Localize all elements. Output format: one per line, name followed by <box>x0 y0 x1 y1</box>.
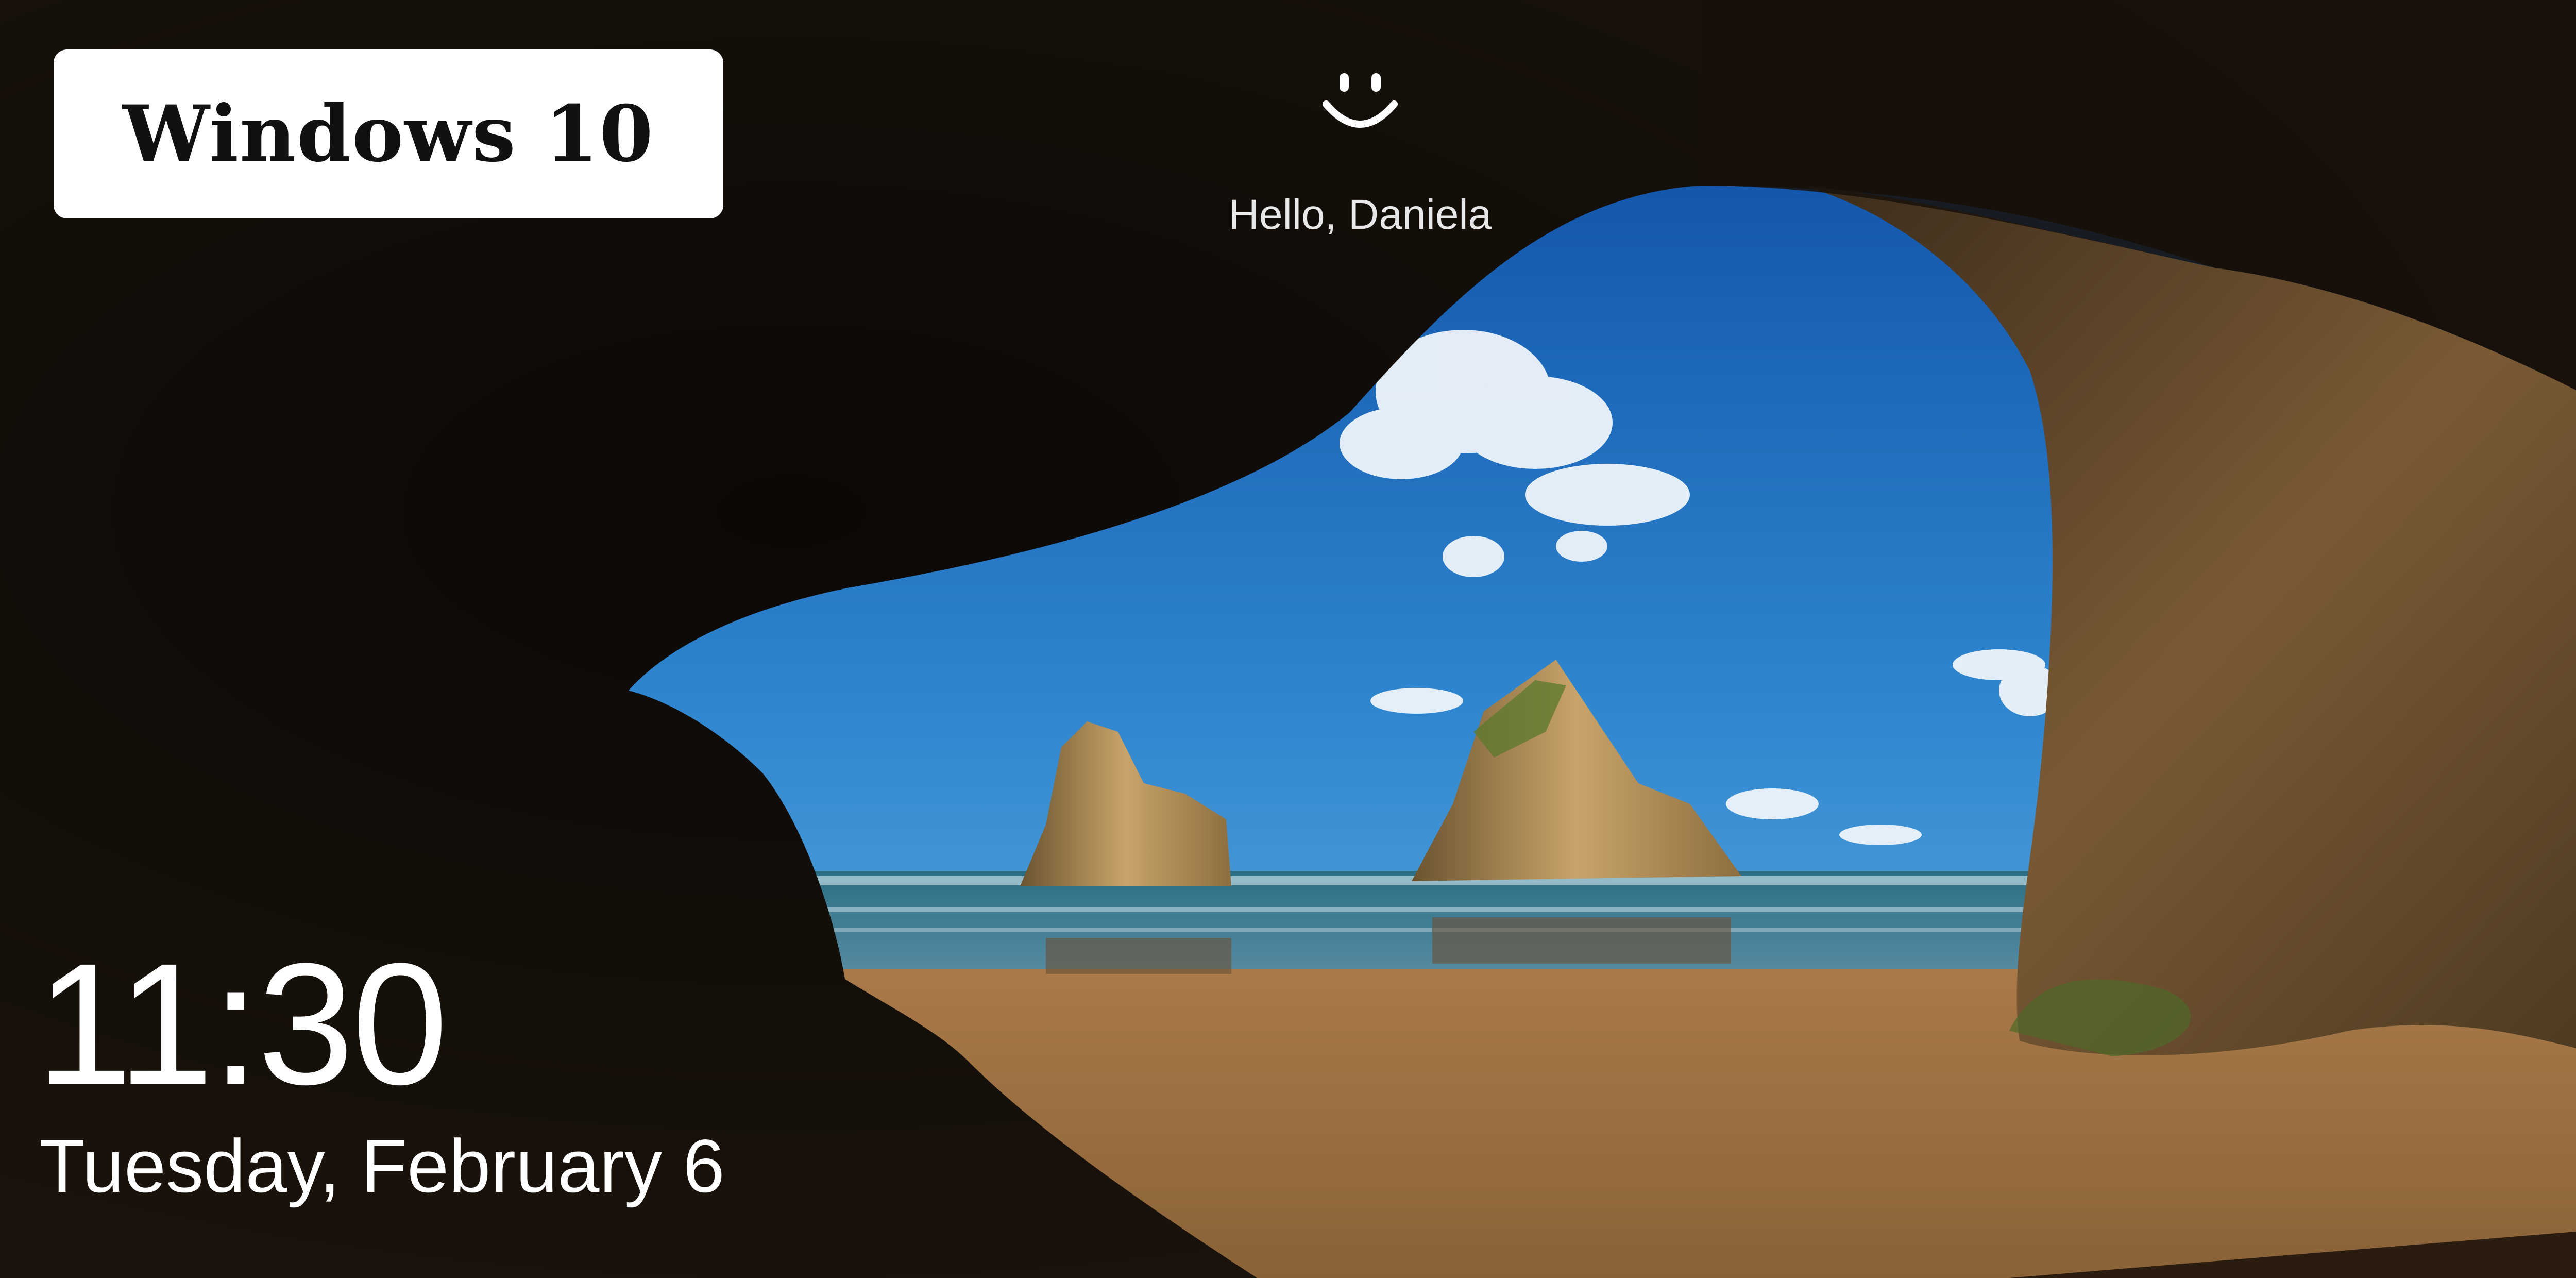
windows-version-badge: Windows 10 <box>54 49 723 218</box>
smiley-face-icon <box>1323 73 1398 128</box>
clock-date: Tuesday, February 6 <box>39 1124 725 1208</box>
user-greeting: Hello, Daniela <box>1228 191 1492 238</box>
lock-screen[interactable]: Windows 10 Hello, Daniela 11:30 Tuesday,… <box>0 0 2576 1278</box>
clock-time: 11:30 <box>36 928 448 1121</box>
windows-version-label: Windows 10 <box>123 89 654 179</box>
